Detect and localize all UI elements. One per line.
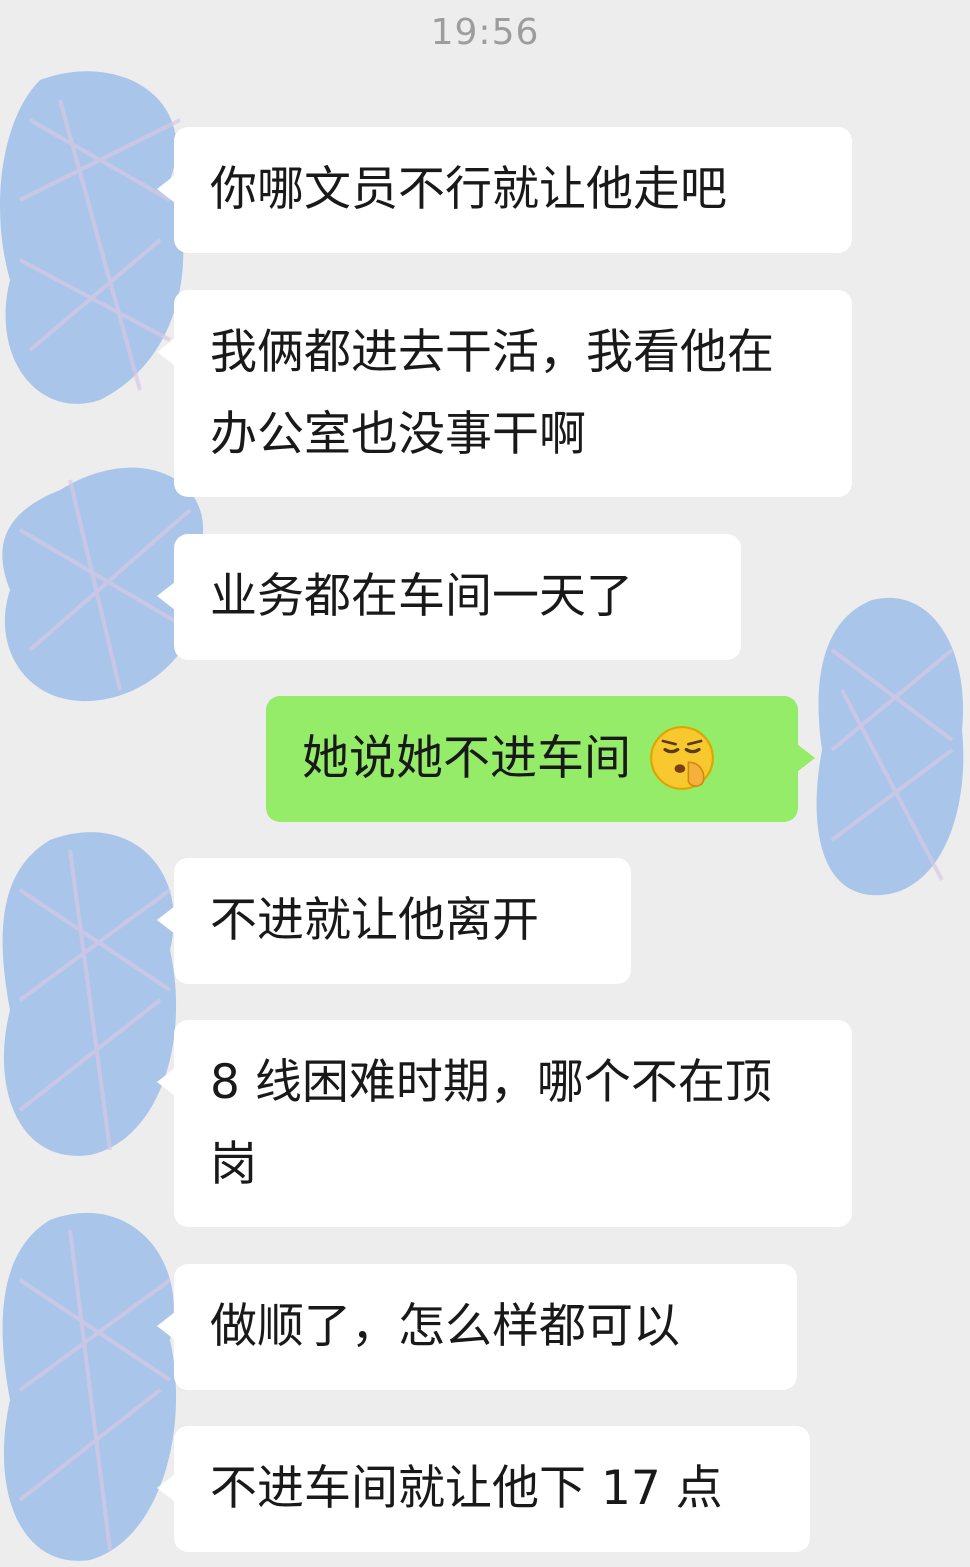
message-bubble[interactable]: 不进车间就让他下 17 点 <box>157 1426 810 1552</box>
message-bubble[interactable]: 业务都在车间一天了 <box>157 534 741 660</box>
avatar-redacted[interactable] <box>0 60 200 420</box>
message-bubble[interactable]: 不进就让他离开 <box>157 858 631 984</box>
message-text: 业务都在车间一天了 <box>210 569 633 624</box>
message-bubble[interactable]: 你哪文员不行就让他走吧 <box>157 127 852 253</box>
message-bubble[interactable]: 做顺了，怎么样都可以 <box>157 1264 797 1390</box>
timestamp: 19:56 <box>430 12 540 53</box>
message-bubble[interactable]: 8 线困难时期，哪个不在顶岗 <box>157 1020 852 1227</box>
message-text: 不进车间就让他下 17 点 <box>210 1461 723 1516</box>
message-bubble-own[interactable]: 她说她不进车间 <box>266 696 815 822</box>
avatar-redacted[interactable] <box>0 1200 190 1567</box>
message-text: 你哪文员不行就让他走吧 <box>210 162 727 217</box>
message-text: 8 线困难时期，哪个不在顶岗 <box>210 1055 772 1192</box>
message-text: 她说她不进车间 <box>302 731 631 786</box>
message-text: 做顺了，怎么样都可以 <box>210 1299 680 1354</box>
message-text: 我俩都进去干活，我看他在办公室也没事干啊 <box>210 325 774 462</box>
message-bubble[interactable]: 我俩都进去干活，我看他在办公室也没事干啊 <box>157 290 852 497</box>
avatar-redacted[interactable] <box>0 820 190 1160</box>
message-text: 不进就让他离开 <box>210 893 539 948</box>
shushing-face-icon <box>650 725 714 790</box>
avatar-redacted[interactable] <box>812 590 970 900</box>
